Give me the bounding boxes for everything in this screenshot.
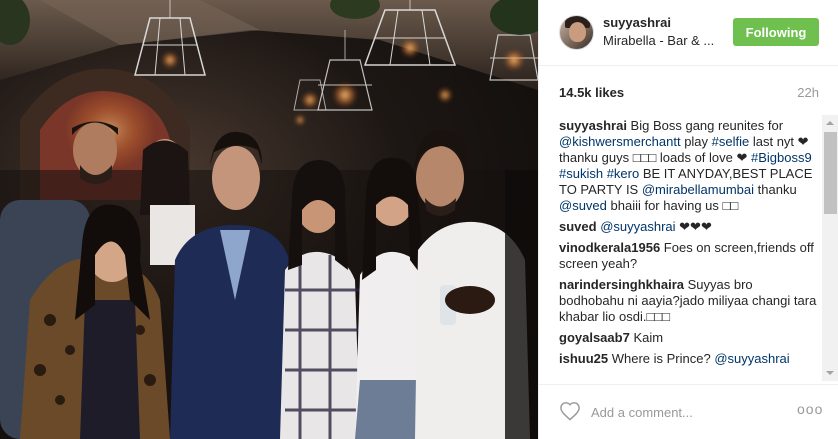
comment-link[interactable]: #kero [607, 166, 640, 181]
comment-text: Big Boss gang reunites for [626, 118, 784, 133]
comments-list: suyyashrai Big Boss gang reunites for @k… [559, 118, 821, 384]
add-comment-input[interactable] [591, 403, 791, 421]
comment-username[interactable]: suved [559, 219, 597, 234]
scrollbar-thumb[interactable] [824, 132, 837, 214]
comment-text: bhaiii for having us □□ [606, 198, 739, 213]
comment-text: thanku [754, 182, 797, 197]
comment-link[interactable]: @mirabellamumbai [642, 182, 754, 197]
more-options-icon[interactable]: ooo [797, 402, 822, 418]
comment-username[interactable]: vinodkerala1956 [559, 240, 660, 255]
group-photo-illustration [0, 0, 538, 439]
post-location[interactable]: Mirabella - Bar & ... [603, 33, 723, 48]
avatar[interactable] [559, 15, 594, 50]
comment-text: Kaim [629, 330, 664, 345]
scroll-down-arrow-icon[interactable] [826, 371, 834, 375]
comment-link[interactable]: @suved [559, 198, 607, 213]
comment-item: suyyashrai Big Boss gang reunites for @k… [559, 118, 821, 214]
post-header: suyyashrai Mirabella - Bar & ... Followi… [539, 0, 838, 66]
comment-text: play [680, 134, 712, 149]
post-author-username[interactable]: suyyashrai [603, 15, 671, 30]
comment-username[interactable]: suyyashrai [559, 118, 627, 133]
comment-link[interactable]: #selfie [712, 134, 750, 149]
comment-item: narindersinghkhaira Suyyas bro bodhobahu… [559, 277, 821, 325]
comment-link[interactable]: @suyyashrai [714, 351, 789, 366]
instagram-post: suyyashrai Mirabella - Bar & ... Followi… [0, 0, 838, 439]
comment-link[interactable]: #sukish [559, 166, 603, 181]
comment-text: ❤❤❤ [675, 219, 712, 234]
comment-username[interactable]: goyalsaab7 [559, 330, 630, 345]
post-side-panel: suyyashrai Mirabella - Bar & ... Followi… [538, 0, 838, 439]
comment-item: goyalsaab7 Kaim [559, 330, 821, 346]
post-meta: 14.5k likes 22h [559, 85, 819, 103]
comments-scrollbar[interactable] [822, 115, 838, 381]
heart-outline-icon[interactable] [559, 401, 581, 421]
likes-count[interactable]: 14.5k likes [559, 85, 624, 100]
comment-link[interactable]: @suyyashrai [600, 219, 675, 234]
comment-item: ishuu25 Where is Prince? @suyyashrai [559, 351, 821, 367]
following-button[interactable]: Following [733, 18, 819, 46]
comment-username[interactable]: ishuu25 [559, 351, 608, 366]
comment-username[interactable]: narindersinghkhaira [559, 277, 684, 292]
comment-text: Where is Prince? [608, 351, 715, 366]
post-timestamp[interactable]: 22h [797, 85, 819, 100]
comment-link[interactable]: #Bigboss9 [751, 150, 812, 165]
post-photo[interactable] [0, 0, 538, 439]
comment-item: suved @suyyashrai ❤❤❤ [559, 219, 821, 235]
comment-item: vinodkerala1956 Foes on screen,friends o… [559, 240, 821, 272]
avatar-face [569, 22, 586, 42]
scroll-up-arrow-icon[interactable] [826, 121, 834, 125]
post-footer: ooo [539, 384, 838, 439]
comment-link[interactable]: @kishwersmerchantt [559, 134, 681, 149]
